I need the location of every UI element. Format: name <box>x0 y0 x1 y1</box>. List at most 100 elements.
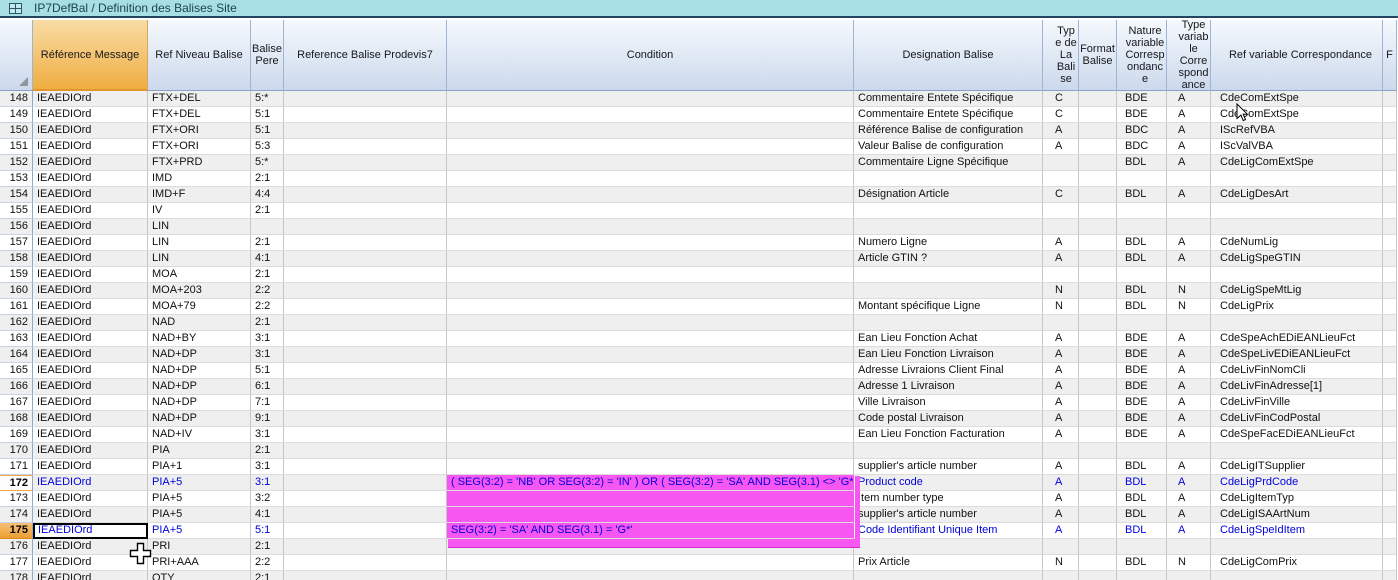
cell-ref_message[interactable]: IEAEDIOrd <box>33 571 148 580</box>
cell-ref_prodevis[interactable] <box>284 91 447 107</box>
cell-type_balise[interactable] <box>1043 571 1079 580</box>
cell-ref_prodevis[interactable] <box>284 267 447 283</box>
cell-extra[interactable] <box>1383 251 1397 267</box>
row-number[interactable]: 175 <box>0 523 33 539</box>
row-number[interactable]: 157 <box>0 235 33 251</box>
cell-type_balise[interactable] <box>1043 539 1079 555</box>
cell-ref_var[interactable]: CdeLigITSupplier <box>1211 459 1383 475</box>
cell-ref_prodevis[interactable] <box>284 299 447 315</box>
cell-nature_var[interactable] <box>1117 571 1167 580</box>
cell-extra[interactable] <box>1383 411 1397 427</box>
cell-type_var[interactable] <box>1167 171 1211 187</box>
cell-nature_var[interactable] <box>1117 203 1167 219</box>
cell-nature_var[interactable]: BDE <box>1117 395 1167 411</box>
cell-designation[interactable] <box>854 267 1043 283</box>
cell-ref_prodevis[interactable] <box>284 523 447 539</box>
cell-condition[interactable] <box>447 427 854 443</box>
cell-ref_prodevis[interactable] <box>284 491 447 507</box>
cell-ref_message[interactable]: IEAEDIOrd <box>33 139 148 155</box>
cell-condition[interactable] <box>447 443 854 459</box>
row-number[interactable]: 159 <box>0 267 33 283</box>
cell-ref_prodevis[interactable] <box>284 155 447 171</box>
cell-ref_prodevis[interactable] <box>284 187 447 203</box>
cell-designation[interactable]: Désignation Article <box>854 187 1043 203</box>
cell-extra[interactable] <box>1383 283 1397 299</box>
cell-type_var[interactable]: A <box>1167 427 1211 443</box>
cell-type_var[interactable]: A <box>1167 507 1211 523</box>
cell-ref_message[interactable]: IEAEDIOrd <box>33 267 148 283</box>
cell-nature_var[interactable]: BDL <box>1117 155 1167 171</box>
cell-ref_var[interactable]: CdeNumLig <box>1211 235 1383 251</box>
cell-ref_message[interactable]: IEAEDIOrd <box>33 459 148 475</box>
column-header-balise_pere[interactable]: Balise Pere <box>251 20 284 91</box>
cell-condition[interactable] <box>447 171 854 187</box>
cell-nature_var[interactable]: BDE <box>1117 331 1167 347</box>
cell-balise_pere[interactable]: 9:1 <box>251 411 284 427</box>
cell-format[interactable] <box>1079 267 1117 283</box>
cell-ref_prodevis[interactable] <box>284 411 447 427</box>
cell-balise_pere[interactable]: 2:1 <box>251 315 284 331</box>
cell-type_var[interactable] <box>1167 571 1211 580</box>
cell-format[interactable] <box>1079 251 1117 267</box>
cell-condition[interactable] <box>447 571 854 580</box>
cell-nature_var[interactable]: BDE <box>1117 107 1167 123</box>
cell-ref_message[interactable]: IEAEDIOrd <box>33 91 148 107</box>
cell-ref_prodevis[interactable] <box>284 171 447 187</box>
cell-type_var[interactable]: A <box>1167 395 1211 411</box>
cell-extra[interactable] <box>1383 443 1397 459</box>
cell-extra[interactable] <box>1383 379 1397 395</box>
cell-ref_var[interactable] <box>1211 219 1383 235</box>
cell-extra[interactable] <box>1383 459 1397 475</box>
cell-extra[interactable] <box>1383 123 1397 139</box>
cell-ref_message[interactable]: IEAEDIOrd <box>33 235 148 251</box>
cell-condition[interactable] <box>447 395 854 411</box>
cell-type_var[interactable]: A <box>1167 475 1211 491</box>
cell-nature_var[interactable]: BDL <box>1117 299 1167 315</box>
cell-ref_var[interactable] <box>1211 571 1383 580</box>
cell-ref_var[interactable] <box>1211 315 1383 331</box>
row-number[interactable]: 170 <box>0 443 33 459</box>
cell-type_balise[interactable]: A <box>1043 411 1079 427</box>
cell-format[interactable] <box>1079 363 1117 379</box>
cell-ref_prodevis[interactable] <box>284 251 447 267</box>
cell-ref_var[interactable]: CdeSpeLivEDiEANLieuFct <box>1211 347 1383 363</box>
cell-format[interactable] <box>1079 315 1117 331</box>
row-number[interactable]: 163 <box>0 331 33 347</box>
cell-designation[interactable]: supplier's article number <box>854 459 1043 475</box>
cell-format[interactable] <box>1079 507 1117 523</box>
row-number[interactable]: 162 <box>0 315 33 331</box>
cell-type_balise[interactable]: A <box>1043 475 1079 491</box>
cell-format[interactable] <box>1079 427 1117 443</box>
cell-type_balise[interactable]: N <box>1043 283 1079 299</box>
cell-ref_prodevis[interactable] <box>284 459 447 475</box>
cell-ref_prodevis[interactable] <box>284 219 447 235</box>
cell-ref_niveau[interactable]: LIN <box>148 235 251 251</box>
cell-ref_message[interactable]: IEAEDIOrd <box>33 171 148 187</box>
row-number[interactable]: 155 <box>0 203 33 219</box>
cell-balise_pere[interactable]: 4:4 <box>251 187 284 203</box>
column-header-designation[interactable]: Designation Balise <box>854 20 1043 91</box>
cell-ref_message[interactable]: IEAEDIOrd <box>33 123 148 139</box>
row-number[interactable]: 167 <box>0 395 33 411</box>
cell-condition[interactable] <box>447 555 854 571</box>
row-number[interactable]: 149 <box>0 107 33 123</box>
cell-type_balise[interactable]: A <box>1043 523 1079 539</box>
cell-ref_niveau[interactable]: LIN <box>148 219 251 235</box>
cell-ref_var[interactable]: CdeLivFinCodPostal <box>1211 411 1383 427</box>
cell-ref_message[interactable]: IEAEDIOrd <box>33 363 148 379</box>
cell-type_balise[interactable] <box>1043 203 1079 219</box>
cell-condition[interactable] <box>447 507 854 523</box>
cell-designation[interactable] <box>854 443 1043 459</box>
cell-ref_var[interactable]: CdeLivFinVille <box>1211 395 1383 411</box>
cell-balise_pere[interactable]: 3:1 <box>251 427 284 443</box>
cell-type_var[interactable]: A <box>1167 155 1211 171</box>
cell-ref_message[interactable]: IEAEDIOrd <box>33 523 148 539</box>
cell-nature_var[interactable]: BDL <box>1117 283 1167 299</box>
cell-format[interactable] <box>1079 283 1117 299</box>
cell-ref_niveau[interactable]: MOA <box>148 267 251 283</box>
cell-designation[interactable]: Code postal Livraison <box>854 411 1043 427</box>
cell-format[interactable] <box>1079 347 1117 363</box>
cell-ref_message[interactable]: IEAEDIOrd <box>33 203 148 219</box>
cell-designation[interactable]: Adresse 1 Livraison <box>854 379 1043 395</box>
cell-type_var[interactable] <box>1167 315 1211 331</box>
